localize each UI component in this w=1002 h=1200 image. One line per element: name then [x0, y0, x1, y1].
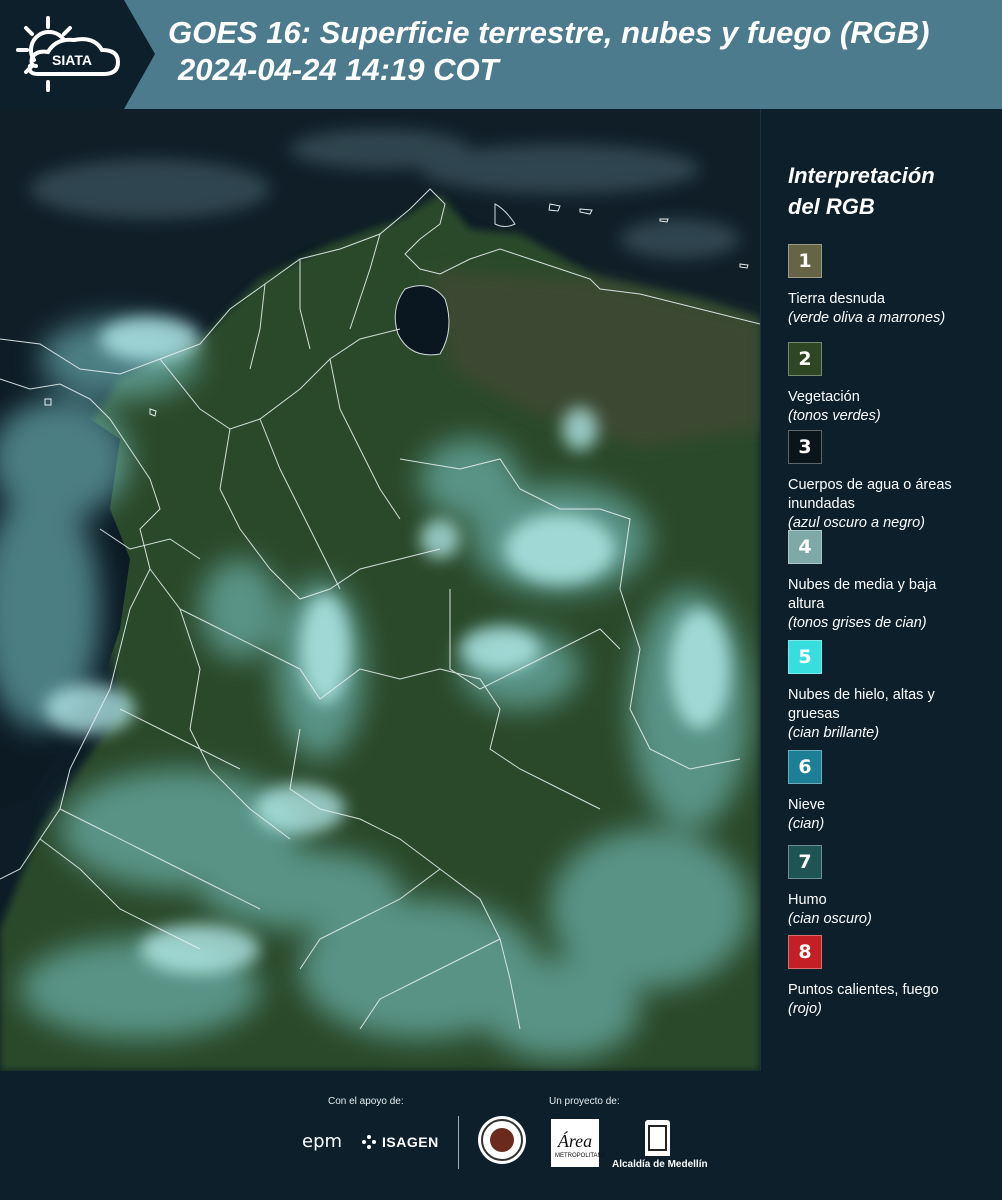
legend-label: Cuerpos de agua o áreas inundadas — [788, 477, 952, 512]
logo-text: SIATA — [52, 52, 92, 68]
legend-swatch: 1 — [788, 244, 822, 278]
header-bar: SIATA GOES 16: Superficie terrestre, nub… — [0, 0, 1002, 109]
legend-title-line-1: Interpretación — [788, 163, 935, 188]
legend-label: Nubes de hielo, altas y gruesas — [788, 687, 935, 722]
area-metropolitana-text: METROPOLITANA — [555, 1153, 606, 1159]
legend-item: 5 Nubes de hielo, altas y gruesas (cian br… — [788, 640, 963, 743]
alcaldia-logo-text: Alcaldía de Medellín — [612, 1159, 708, 1170]
page-title: GOES 16: Superficie terrestre, nubes y f… — [168, 14, 929, 88]
footer: Con el apoyo de: Un proyecto de: epm ISA… — [0, 1071, 1002, 1200]
legend-label: Tierra desnuda — [788, 291, 885, 307]
legend-swatch: 2 — [788, 342, 822, 376]
legend-swatch: 7 — [788, 845, 822, 879]
legend-title: Interpretación del RGB — [788, 160, 992, 222]
legend-swatch: 6 — [788, 750, 822, 784]
legend-note: (rojo) — [788, 1001, 822, 1017]
isagen-mark-icon — [362, 1135, 376, 1149]
siata-logo-icon: SIATA — [16, 16, 121, 92]
satellite-image — [0, 109, 760, 1071]
legend-item: 4 Nubes de media y baja altura (tonos gris… — [788, 530, 963, 633]
legend-note: (tonos verdes) — [788, 408, 881, 424]
seal-logo-icon — [478, 1116, 526, 1164]
legend-item: 2 Vegetación (tonos verdes) — [788, 342, 963, 426]
legend-item: 1 Tierra desnuda (verde oliva a marrones) — [788, 244, 963, 328]
legend-note: (tonos grises de cian) — [788, 615, 927, 631]
legend-title-line-2: del RGB — [788, 194, 875, 219]
legend-note: (verde oliva a marrones) — [788, 310, 946, 326]
isagen-logo: ISAGEN — [382, 1134, 439, 1150]
legend-note: (cian) — [788, 816, 825, 832]
footer-separator — [458, 1116, 459, 1169]
legend-note: (cian oscuro) — [788, 911, 872, 927]
legend-label: Puntos calientes, fuego — [788, 982, 939, 998]
area-metropolitana-logo-icon: Área — [551, 1119, 599, 1167]
legend-panel: Interpretación del RGB 1 Tierra desnuda (v… — [772, 160, 992, 1017]
logo-panel: SIATA — [0, 0, 155, 109]
title-line-2: 2024-04-24 14:19 COT — [178, 52, 499, 87]
legend-swatch: 3 — [788, 430, 822, 464]
support-label: Con el apoyo de: — [328, 1096, 404, 1107]
satellite-map[interactable] — [0, 109, 760, 1071]
sidebar-divider — [760, 109, 761, 1071]
alcaldia-shield-icon — [645, 1120, 670, 1156]
project-label: Un proyecto de: — [549, 1096, 620, 1107]
legend-swatch: 4 — [788, 530, 822, 564]
legend-label: Humo — [788, 892, 827, 908]
legend-swatch: 5 — [788, 640, 822, 674]
legend-item: 6 Nieve (cian) — [788, 750, 963, 834]
epm-logo: epm — [302, 1131, 343, 1152]
legend-label: Nubes de media y baja altura — [788, 577, 937, 612]
legend-item: 7 Humo (cian oscuro) — [788, 845, 963, 929]
legend-swatch: 8 — [788, 935, 822, 969]
legend-item: 3 Cuerpos de agua o áreas inundadas (azul … — [788, 430, 963, 533]
legend-label: Vegetación — [788, 389, 860, 405]
title-line-1: GOES 16: Superficie terrestre, nubes y f… — [168, 15, 930, 50]
legend-note: (cian brillante) — [788, 725, 880, 741]
svg-text:Área: Área — [557, 1130, 592, 1151]
legend-item: 8 Puntos calientes, fuego (rojo) — [788, 935, 963, 1019]
legend-label: Nieve — [788, 797, 826, 813]
